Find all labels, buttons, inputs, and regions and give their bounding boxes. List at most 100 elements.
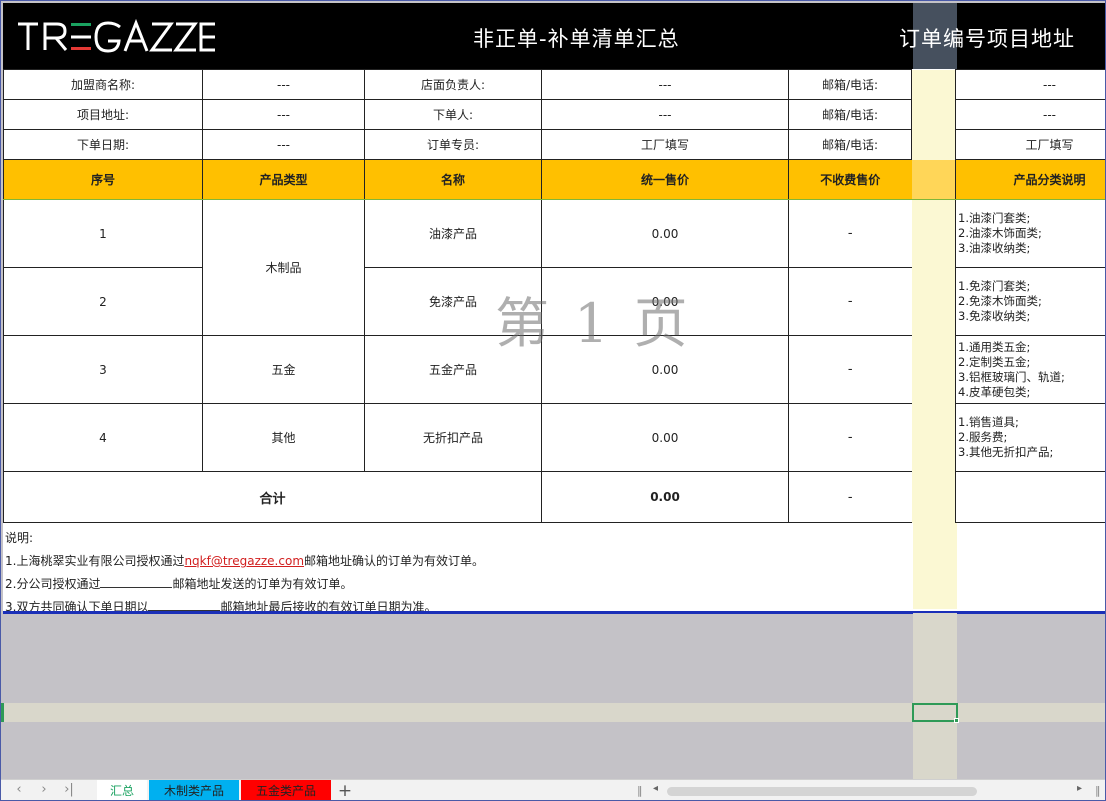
value-cell[interactable]: 工厂填写 xyxy=(955,129,1105,160)
fill-handle[interactable] xyxy=(954,718,959,723)
header-name[interactable]: 名称 xyxy=(364,159,542,200)
category-item: 2.服务费; xyxy=(958,430,1008,444)
value-cell[interactable]: --- xyxy=(202,99,365,130)
scrollbar-thumb[interactable] xyxy=(667,787,977,796)
label-cell[interactable]: 邮箱/电话: xyxy=(788,99,912,130)
category-item: 1.油漆门套类; xyxy=(958,211,1031,225)
highlight-cell[interactable] xyxy=(911,199,956,268)
category-item: 1.通用类五金; xyxy=(958,339,1031,354)
category-item: 4.皮革硬包类; xyxy=(958,384,1031,399)
scroll-left-icon[interactable]: ◂ xyxy=(653,783,658,794)
note-line-2[interactable]: 2.分公司授权通过 邮箱地址发送的订单为有效订单。 xyxy=(5,575,352,592)
selected-cell[interactable] xyxy=(912,703,958,722)
notes-section: 说明: 1.上海桃翠实业有限公司授权通过nqkf@tregazze.com邮箱地… xyxy=(3,523,1105,614)
highlight-cell[interactable] xyxy=(911,129,956,160)
category-item: 2.免漆木饰面类; xyxy=(958,294,1042,308)
first-sheet-icon[interactable]: ‹ xyxy=(9,782,29,797)
row-marker xyxy=(1,703,4,722)
header-seq[interactable]: 序号 xyxy=(3,159,203,200)
notes-heading[interactable]: 说明: xyxy=(5,529,33,546)
order-title: 订单编号项目地址 xyxy=(899,27,1075,51)
total-price-cell[interactable]: 0.00 xyxy=(541,471,789,523)
header-price[interactable]: 统一售价 xyxy=(541,159,789,200)
table-row: 4 其他 无折扣产品 0.00 - 1.销售道具; 2.服务费; 3.其他无折扣… xyxy=(3,403,1105,472)
value-cell[interactable]: --- xyxy=(955,99,1105,130)
spreadsheet-window: 非正单-补单清单汇总 订单编号项目地址 加盟商名称: --- 店面负责人: --… xyxy=(0,0,1106,801)
highlight-cell[interactable] xyxy=(911,403,956,472)
highlight-cell[interactable] xyxy=(911,335,956,404)
seq-cell[interactable]: 4 xyxy=(3,403,203,472)
header-type[interactable]: 产品类型 xyxy=(202,159,365,200)
header-free-price[interactable]: 不收费售价 xyxy=(788,159,912,200)
category-cell[interactable]: 1.免漆门套类; 2.免漆木饰面类; 3.免漆收纳类; xyxy=(955,267,1105,336)
type-cell[interactable]: 其他 xyxy=(202,403,365,472)
label-cell[interactable]: 邮箱/电话: xyxy=(788,129,912,160)
tab-hardware-products[interactable]: 五金类产品 xyxy=(241,780,331,800)
add-sheet-icon[interactable]: + xyxy=(335,780,355,800)
category-cell[interactable]: 1.油漆门套类; 2.油漆木饰面类; 3.油漆收纳类; xyxy=(955,199,1105,268)
category-item: 3.免漆收纳类; xyxy=(958,309,1031,323)
highlight-column xyxy=(913,523,957,609)
value-cell[interactable]: --- xyxy=(541,69,789,100)
total-category-cell[interactable] xyxy=(955,471,1105,523)
value-cell[interactable]: 工厂填写 xyxy=(541,129,789,160)
note-line-1[interactable]: 1.上海桃翠实业有限公司授权通过nqkf@tregazze.com邮箱地址确认的… xyxy=(5,552,484,569)
last-sheet-icon[interactable]: ›| xyxy=(59,782,79,797)
value-cell[interactable]: --- xyxy=(202,129,365,160)
sheet-tab-bar: ‹ › ›| 汇总 木制类产品 五金类产品 + ‖ ◂ ▸ ‖ xyxy=(1,779,1105,800)
total-label-cell[interactable]: 合计 xyxy=(3,471,542,523)
highlight-cell[interactable] xyxy=(911,267,956,336)
free-price-cell[interactable]: - xyxy=(788,199,912,268)
header-category[interactable]: 产品分类说明 xyxy=(955,159,1105,200)
name-cell[interactable]: 油漆产品 xyxy=(364,199,542,268)
header-bar: 非正单-补单清单汇总 订单编号项目地址 xyxy=(3,3,1105,69)
seq-cell[interactable]: 1 xyxy=(3,199,203,268)
label-cell[interactable]: 项目地址: xyxy=(3,99,203,130)
label-cell[interactable]: 下单人: xyxy=(364,99,542,130)
blank-underline xyxy=(148,601,221,611)
note-text: 2.分公司授权通过 xyxy=(5,577,101,591)
split-handle-icon[interactable]: ‖ xyxy=(637,784,643,797)
label-cell[interactable]: 店面负责人: xyxy=(364,69,542,100)
type-cell[interactable]: 五金 xyxy=(202,335,365,404)
horizontal-scrollbar[interactable]: ◂ ▸ xyxy=(649,783,1087,798)
split-handle-icon[interactable]: ‖ xyxy=(1095,784,1101,797)
table-row: 1 木制品 油漆产品 0.00 - 1.油漆门套类; 2.油漆木饰面类; 3.油… xyxy=(3,199,1105,336)
price-cell[interactable]: 0.00 xyxy=(541,403,789,472)
highlight-cell[interactable] xyxy=(911,99,956,130)
name-cell[interactable]: 无折扣产品 xyxy=(364,403,542,472)
total-row: 合计 0.00 - xyxy=(3,471,1105,523)
label-cell[interactable]: 下单日期: xyxy=(3,129,203,160)
category-item: 1.销售道具; xyxy=(958,415,1019,429)
category-item: 2.油漆木饰面类; xyxy=(958,226,1042,240)
highlight-cell[interactable] xyxy=(911,69,956,100)
highlight-cell[interactable] xyxy=(911,471,956,523)
free-price-cell[interactable]: - xyxy=(788,267,912,336)
note-text: 邮箱地址发送的订单为有效订单。 xyxy=(172,577,353,591)
seq-cell[interactable]: 3 xyxy=(3,335,203,404)
label-cell[interactable]: 邮箱/电话: xyxy=(788,69,912,100)
label-cell[interactable]: 加盟商名称: xyxy=(3,69,203,100)
price-cell[interactable]: 0.00 xyxy=(541,199,789,268)
free-price-cell[interactable]: - xyxy=(788,335,912,404)
tab-summary[interactable]: 汇总 xyxy=(97,780,147,800)
category-item: 3.铝框玻璃门、轨道; xyxy=(958,369,1065,384)
category-item: 1.免漆门套类; xyxy=(958,279,1031,293)
free-price-cell[interactable]: - xyxy=(788,403,912,472)
type-cell[interactable]: 木制品 xyxy=(202,199,365,336)
value-cell[interactable]: --- xyxy=(202,69,365,100)
category-cell[interactable]: 1.销售道具; 2.服务费; 3.其他无折扣产品; xyxy=(955,403,1105,472)
blank-underline xyxy=(100,578,173,588)
prev-sheet-icon[interactable]: › xyxy=(34,782,54,797)
tab-wood-products[interactable]: 木制类产品 xyxy=(149,780,239,800)
value-cell[interactable]: --- xyxy=(955,69,1105,100)
scroll-right-icon[interactable]: ▸ xyxy=(1077,783,1082,794)
seq-cell[interactable]: 2 xyxy=(3,267,203,336)
label-cell[interactable]: 订单专员: xyxy=(364,129,542,160)
email-link[interactable]: nqkf@tregazze.com xyxy=(184,554,304,568)
highlight-cell[interactable] xyxy=(911,159,956,200)
total-free-price-cell[interactable]: - xyxy=(788,471,912,523)
category-cell[interactable]: 1.通用类五金; 2.定制类五金; 3.铝框玻璃门、轨道; 4.皮革硬包类; xyxy=(955,335,1105,404)
value-cell[interactable]: --- xyxy=(541,99,789,130)
tre-gazze-logo xyxy=(18,19,215,53)
